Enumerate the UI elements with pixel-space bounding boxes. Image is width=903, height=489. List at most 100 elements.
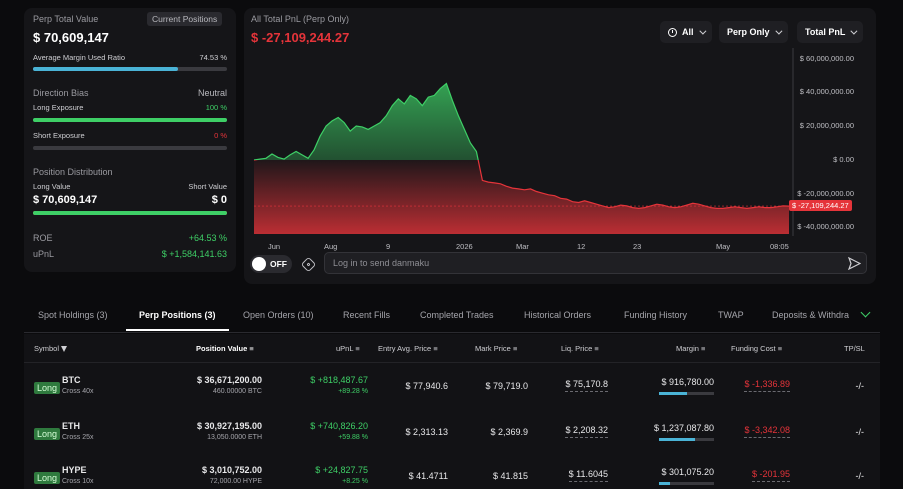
symbol-name[interactable]: ETH xyxy=(62,421,80,431)
header-upnl[interactable]: uPnL ≡ xyxy=(336,344,360,353)
x-tick-label: May xyxy=(716,242,731,251)
position-size: 72,000.00 HYPE xyxy=(209,478,262,485)
margin-ratio-fill xyxy=(659,482,670,485)
range-filter-label: All xyxy=(682,27,694,37)
chevron-down-icon xyxy=(850,27,858,35)
direction-bias-label: Direction Bias xyxy=(33,88,89,98)
filter-icon[interactable] xyxy=(61,346,68,353)
y-tick-label: $ 0.00 xyxy=(833,155,854,164)
sort-icon: ≡ xyxy=(249,344,254,353)
entry-price: $ 2,313.13 xyxy=(405,427,448,437)
long-value-label: Long Value xyxy=(33,182,71,191)
long-side-badge: Long xyxy=(34,382,61,394)
toggle-knob xyxy=(252,257,266,271)
tab-deposits-withdrawals[interactable]: Deposits & Withdra xyxy=(772,310,852,320)
tab-funding-history[interactable]: Funding History xyxy=(624,310,687,320)
mark-price: $ 41.815 xyxy=(492,471,528,481)
chevron-down-icon xyxy=(774,27,782,35)
position-distribution-bar xyxy=(33,211,227,215)
x-tick-label: Aug xyxy=(324,242,338,251)
upnl-percent: +89.28 % xyxy=(338,388,368,395)
y-tick-label: $ 40,000,000.00 xyxy=(799,87,854,96)
symbol-name[interactable]: HYPE xyxy=(62,465,87,475)
metric-filter-dropdown[interactable]: Total PnL xyxy=(797,21,864,43)
margin-ratio-fill xyxy=(659,438,695,441)
short-value-label: Short Value xyxy=(188,182,227,191)
tab-spot-holdings[interactable]: Spot Holdings (3) xyxy=(38,310,108,320)
tpsl-value[interactable]: -/- xyxy=(856,471,865,481)
header-entry-price[interactable]: Entry Avg. Price ≡ xyxy=(378,344,438,353)
sort-icon: ≡ xyxy=(594,344,599,353)
pnl-chart-panel: All Total PnL (Perp Only) $ -27,109,244.… xyxy=(244,8,876,284)
tabs-more-chevron-icon[interactable] xyxy=(860,307,871,318)
tab-historical-orders[interactable]: Historical Orders xyxy=(524,310,591,320)
position-size: 460.00000 BTC xyxy=(212,388,262,395)
tab-perp-positions[interactable]: Perp Positions (3) xyxy=(139,310,216,320)
funding-cost[interactable]: $ -3,342.08 xyxy=(744,425,790,438)
sort-icon: ≡ xyxy=(777,344,783,353)
margin-value: $ 1,237,087.80 xyxy=(653,423,714,433)
position-value: $ 36,671,200.00 xyxy=(196,375,262,385)
danmaku-input[interactable]: Log in to send danmaku xyxy=(324,252,867,274)
upnl-percent: +59.88 % xyxy=(338,434,368,441)
liq-price[interactable]: $ 75,170.8 xyxy=(565,379,608,392)
danmaku-placeholder: Log in to send danmaku xyxy=(333,258,430,268)
header-divider xyxy=(24,362,880,363)
funding-cost[interactable]: $ -1,336.89 xyxy=(744,379,790,392)
pnl-area-chart[interactable] xyxy=(244,48,876,244)
tab-twap[interactable]: TWAP xyxy=(718,310,744,320)
market-filter-label: Perp Only xyxy=(727,27,770,37)
header-liq-price[interactable]: Liq. Price ≡ xyxy=(561,344,599,353)
short-exposure-value: 0 % xyxy=(214,131,227,140)
x-tick-label: Jun xyxy=(268,242,281,251)
short-exposure-label: Short Exposure xyxy=(33,131,85,140)
chart-current-value: $ -27,109,244.27 xyxy=(251,30,350,45)
mark-price: $ 79,719.0 xyxy=(485,381,528,391)
leverage: Cross 25x xyxy=(62,434,94,441)
send-icon[interactable] xyxy=(848,257,861,270)
header-symbol[interactable]: Symbol xyxy=(34,344,68,353)
leverage: Cross 10x xyxy=(62,478,94,485)
current-positions-button[interactable]: Current Positions xyxy=(147,12,223,26)
sort-icon: ≡ xyxy=(512,344,518,353)
upnl-value: $ +740,826.20 xyxy=(310,421,368,431)
table-row[interactable]: Long HYPE Cross 10x $ 3,010,752.00 72,00… xyxy=(24,458,880,489)
long-side-badge: Long xyxy=(34,428,61,440)
margin-value: $ 916,780.00 xyxy=(661,377,714,387)
position-value: $ 30,927,195.00 xyxy=(196,421,262,431)
header-funding-cost[interactable]: Funding Cost ≡ xyxy=(731,344,782,353)
funding-cost[interactable]: $ -201.95 xyxy=(751,469,790,482)
danmaku-toggle[interactable]: OFF xyxy=(250,255,292,273)
toggle-label: OFF xyxy=(270,259,287,269)
chevron-down-icon xyxy=(698,27,706,35)
x-tick-label: 9 xyxy=(386,242,391,251)
liq-price[interactable]: $ 11.6045 xyxy=(568,469,608,482)
header-margin[interactable]: Margin ≡ xyxy=(676,344,705,353)
table-row[interactable]: Long ETH Cross 25x $ 30,927,195.00 13,05… xyxy=(24,414,880,458)
header-mark-price[interactable]: Mark Price ≡ xyxy=(475,344,517,353)
long-exposure-value: 100 % xyxy=(205,103,227,112)
y-tick-label: $ -20,000,000.00 xyxy=(797,189,854,198)
y-tick-label: $ -40,000,000.00 xyxy=(797,222,854,231)
upnl-percent: +8.25 % xyxy=(342,478,368,485)
tpsl-value[interactable]: -/- xyxy=(856,427,865,437)
tab-open-orders[interactable]: Open Orders (10) xyxy=(243,310,314,320)
tabs-divider xyxy=(24,332,880,333)
positions-table: Symbol Position Value ≡ uPnL ≡ Entry Avg… xyxy=(24,334,880,489)
avg-margin-bar xyxy=(33,67,227,71)
long-value: $ 70,609,147 xyxy=(33,194,98,206)
header-position-value[interactable]: Position Value ≡ xyxy=(196,344,254,353)
x-tick-label: 23 xyxy=(633,242,642,251)
tab-completed-trades[interactable]: Completed Trades xyxy=(420,310,494,320)
tab-recent-fills[interactable]: Recent Fills xyxy=(343,310,390,320)
portfolio-tabs: Spot Holdings (3) Perp Positions (3) Ope… xyxy=(24,298,880,332)
tpsl-value[interactable]: -/- xyxy=(856,381,865,391)
mark-price: $ 2,369.9 xyxy=(490,427,528,437)
table-row[interactable]: Long BTC Cross 40x $ 36,671,200.00 460.0… xyxy=(24,368,880,412)
liq-price[interactable]: $ 2,208.32 xyxy=(565,425,608,438)
range-filter-dropdown[interactable]: All xyxy=(660,21,712,43)
x-tick-label: 08:05 xyxy=(770,242,789,251)
symbol-name[interactable]: BTC xyxy=(62,375,81,385)
danmaku-settings-icon[interactable] xyxy=(300,256,317,273)
market-filter-dropdown[interactable]: Perp Only xyxy=(719,21,788,43)
